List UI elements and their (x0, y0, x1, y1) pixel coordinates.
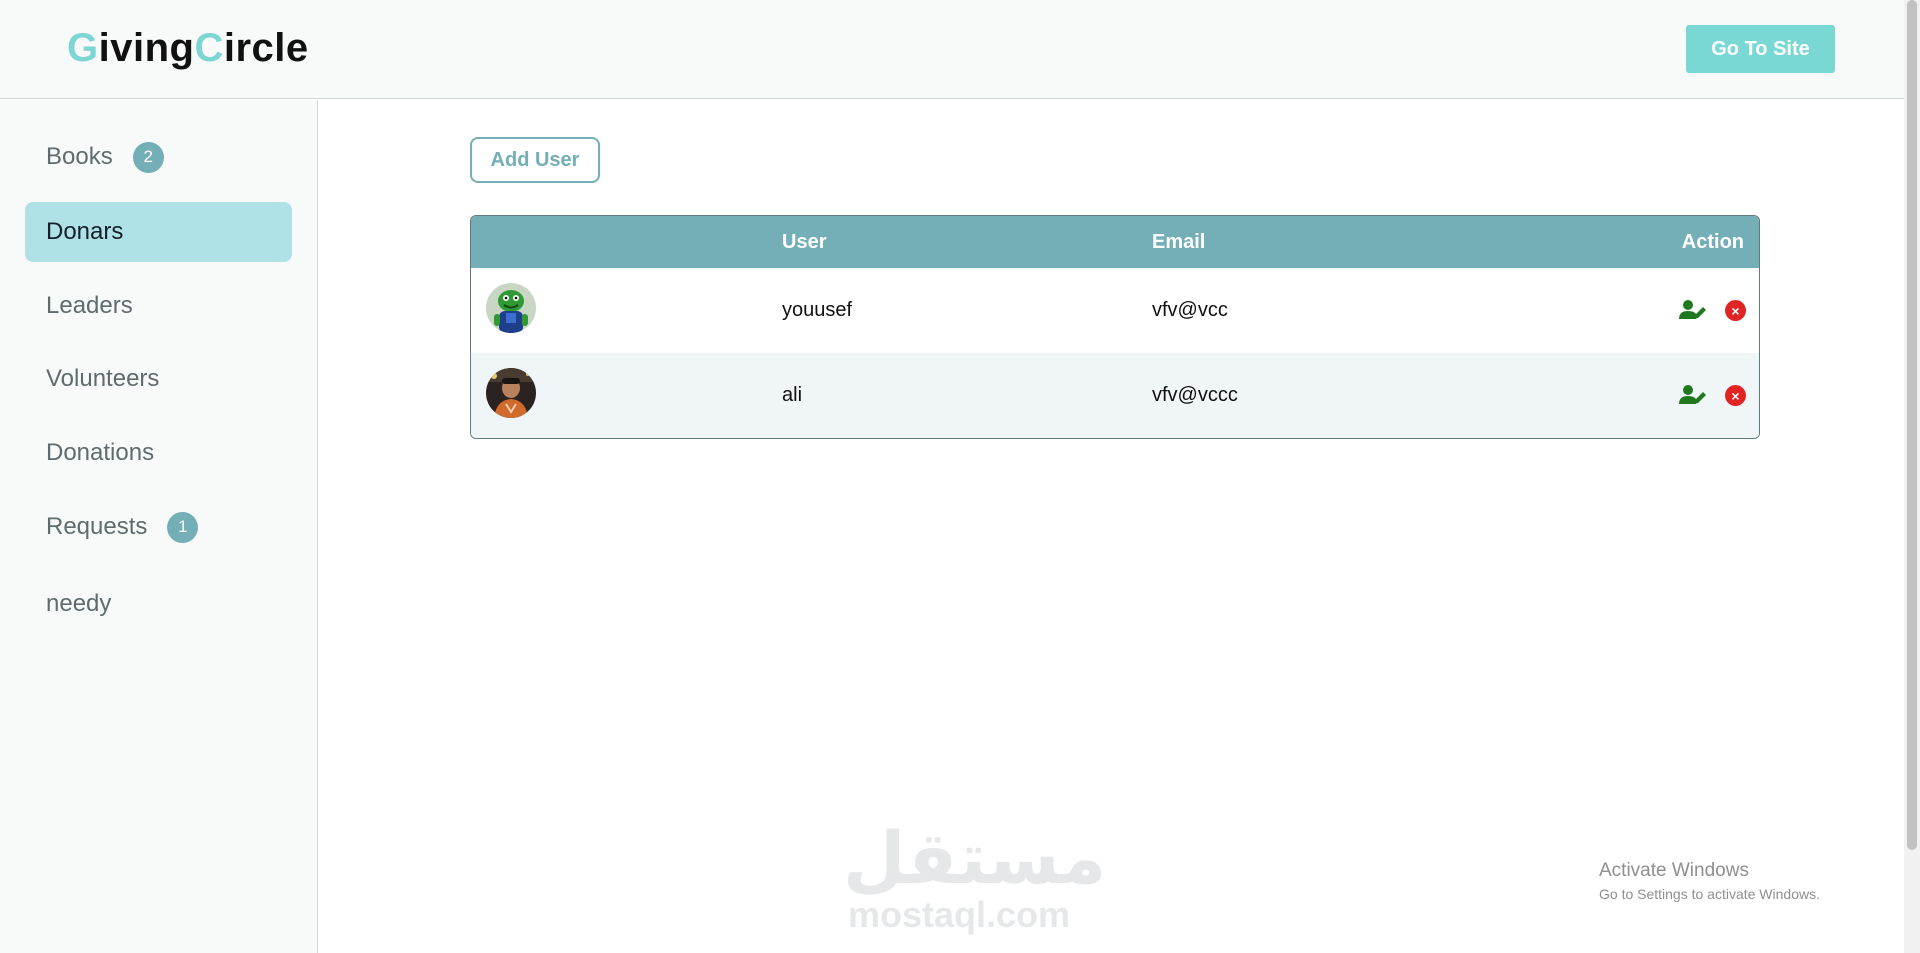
sidebar: Books 2 Donars Leaders Volunteers Donati… (0, 100, 318, 953)
column-header-email: Email (1152, 231, 1206, 253)
user-name: youusef (782, 299, 853, 321)
sidebar-item-label: Donations (46, 439, 155, 466)
delete-user-icon[interactable]: × (1725, 300, 1746, 321)
top-bar: GivingCircle Go To Site (0, 0, 1904, 99)
books-count-badge: 2 (132, 141, 164, 173)
user-email: vfv@vccc (1152, 384, 1238, 406)
user-email: vfv@vcc (1152, 299, 1228, 321)
sidebar-item-label: needy (46, 590, 112, 617)
sidebar-item-label: Leaders (46, 292, 133, 319)
table-row: ali vfv@vccc × (471, 353, 1759, 438)
activate-windows-subtitle: Go to Settings to activate Windows. (1599, 886, 1820, 902)
person-photo-avatar-icon (486, 368, 536, 418)
sidebar-item-donations[interactable]: Donations (25, 423, 292, 483)
activate-windows-title: Activate Windows (1599, 860, 1749, 881)
column-header-user: User (782, 231, 827, 253)
delete-user-icon[interactable]: × (1725, 385, 1746, 406)
sidebar-item-requests[interactable]: Requests 1 (25, 497, 292, 557)
sidebar-item-donars[interactable]: Donars (25, 202, 292, 262)
table-row: youusef vfv@vcc × (471, 268, 1759, 353)
add-user-button[interactable]: Add User (470, 137, 600, 183)
requests-count-badge: 1 (167, 511, 199, 543)
go-to-site-button[interactable]: Go To Site (1686, 25, 1835, 73)
green-character-avatar-icon (486, 283, 536, 333)
avatar (486, 283, 536, 333)
sidebar-item-label: Donars (46, 218, 124, 245)
avatar (486, 368, 536, 418)
logo-initial-g: G (67, 26, 99, 70)
edit-user-icon[interactable] (1679, 384, 1707, 406)
edit-user-icon[interactable] (1679, 299, 1707, 321)
logo-text-ircle: ircle (223, 26, 309, 70)
users-table: User Email Action youusef vfv@vcc × ali … (470, 215, 1760, 439)
sidebar-item-label: Volunteers (46, 365, 160, 392)
scrollbar-thumb[interactable] (1907, 0, 1917, 850)
logo-initial-c: C (194, 26, 224, 70)
watermark-latin: mostaql.com (847, 894, 1071, 935)
app-logo[interactable]: GivingCircle (67, 26, 309, 71)
logo-text-iving: iving (98, 26, 195, 70)
activate-windows-notice: Activate Windows Go to Settings to activ… (1599, 860, 1820, 902)
table-header: User Email Action (471, 216, 1759, 268)
sidebar-item-books[interactable]: Books 2 (25, 127, 292, 187)
sidebar-item-label: Books (46, 143, 113, 170)
vertical-scrollbar[interactable] (1904, 0, 1920, 953)
column-header-action: Action (1681, 231, 1744, 253)
sidebar-item-leaders[interactable]: Leaders (25, 276, 292, 336)
watermark-arabic: مستقل (843, 816, 1107, 900)
user-name: ali (782, 384, 803, 406)
mostaql-watermark: مستقل mostaql.com (843, 816, 1107, 935)
sidebar-item-volunteers[interactable]: Volunteers (25, 349, 292, 409)
sidebar-item-label: Requests (46, 513, 148, 540)
sidebar-item-needy[interactable]: needy (25, 574, 292, 634)
